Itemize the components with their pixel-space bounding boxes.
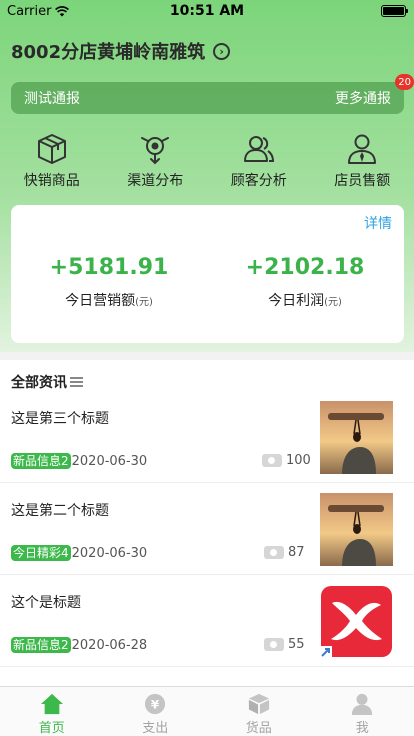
ant-photo-image [320,401,393,474]
news-views: 87 [264,545,305,560]
list-menu-icon [70,377,83,387]
store-name: 8002分店黄埔岭南雅筑 [11,42,206,63]
ant-photo-image [320,493,393,566]
profit-stat: +2102.18 今日利润(元) [207,255,403,310]
sales-label: 今日营销额 [65,293,136,309]
news-date: 2020-06-28 [71,637,148,653]
home-icon [40,693,63,715]
svg-text:¥: ¥ [151,698,160,712]
tab-label: 首页 [38,721,65,736]
tab-me[interactable]: 我 [311,687,414,736]
sales-stat: +5181.91 今日营销额(元) [11,255,207,310]
news-title: 这个是标题 [11,595,81,611]
news-thumbnail [320,401,393,474]
sales-label-row: 今日营销额(元) [11,290,207,310]
news-tag: 今日精彩4 [11,545,71,561]
news-tag: 新品信息2 [11,637,71,653]
news-meta: 今日精彩4 2020-06-30 [11,545,147,561]
tab-bar: 首页 ¥ 支出 货品 我 [0,686,414,736]
quick-item-label: 顾客分析 [230,173,287,189]
quick-menu: 快销商品 渠道分布 顾客分析 店员售额 [0,132,414,192]
news-tag: 新品信息2 [11,453,71,469]
quick-item-customers[interactable]: 顾客分析 [207,132,311,192]
notice-count-badge: 20 [395,74,414,90]
quick-item-clerk-sales[interactable]: 店员售额 [311,132,414,192]
news-thumbnail [320,585,393,658]
news-view-count: 87 [288,545,305,560]
quick-item-label: 快销商品 [23,173,80,189]
status-time: 10:51 AM [169,3,245,19]
battery-icon [381,5,408,17]
news-header-label: 全部资讯 [11,375,67,391]
notice-label: 测试通报 [24,91,80,107]
store-selector[interactable]: 8002分店黄埔岭南雅筑 › [11,38,231,64]
news-date: 2020-06-30 [71,545,148,561]
news-meta: 新品信息2 2020-06-28 [11,637,147,653]
news-list-item[interactable]: 这是第二个标题 今日精彩4 2020-06-30 87 [0,483,414,575]
tab-label: 货品 [245,721,272,736]
quick-item-label: 店员售额 [334,173,391,189]
user-icon [352,693,373,715]
news-title: 这是第三个标题 [11,411,109,427]
status-bar: Carrier 10:51 AM [0,0,414,22]
section-divider [0,352,414,360]
news-list-item[interactable]: 这个是标题 新品信息2 2020-06-28 55 [0,575,414,667]
customers-icon [243,136,274,162]
sales-unit: (元) [135,297,153,308]
profit-unit: (元) [324,297,342,308]
quick-item-fast-sale[interactable]: 快销商品 [0,132,104,192]
news-views: 55 [264,637,305,652]
news-list-item[interactable]: 这是第三个标题 新品信息2 2020-06-30 100 [0,391,414,483]
news-meta: 新品信息2 2020-06-30 [11,453,147,469]
box-icon [248,693,269,715]
channel-icon [141,137,170,165]
sales-value: +5181.91 [49,255,169,280]
news-thumbnail [320,493,393,566]
xmind-logo-image [320,586,392,658]
eye-icon [264,546,284,559]
news-view-count: 100 [286,453,311,468]
yen-icon: ¥ [145,693,166,715]
notice-bar[interactable]: 测试通报 更多通报 [11,82,404,114]
clerk-icon [348,134,377,164]
tab-label: 我 [355,721,369,736]
news-title: 这是第二个标题 [11,503,109,519]
quick-item-channel[interactable]: 渠道分布 [104,132,208,192]
profit-label-row: 今日利润(元) [207,290,403,310]
news-view-count: 55 [288,637,305,652]
tab-goods[interactable]: 货品 [207,687,311,736]
chevron-right-icon: › [213,42,231,60]
news-date: 2020-06-30 [71,453,148,469]
news-header[interactable]: 全部资讯 [11,372,83,392]
tab-label: 支出 [142,721,169,736]
tab-home[interactable]: 首页 [0,687,104,736]
profit-value: +2102.18 [245,255,365,280]
news-views: 100 [262,453,311,468]
quick-item-label: 渠道分布 [127,173,184,189]
eye-icon [264,638,284,651]
stats-card: 详情 +5181.91 今日营销额(元) +2102.18 今日利润(元) [11,205,404,343]
eye-icon [262,454,282,467]
more-notices-link[interactable]: 更多通报 [335,88,391,108]
profit-label: 今日利润 [268,293,325,309]
package-icon [37,134,66,164]
details-link[interactable]: 详情 [364,213,392,233]
tab-expense[interactable]: ¥ 支出 [104,687,208,736]
